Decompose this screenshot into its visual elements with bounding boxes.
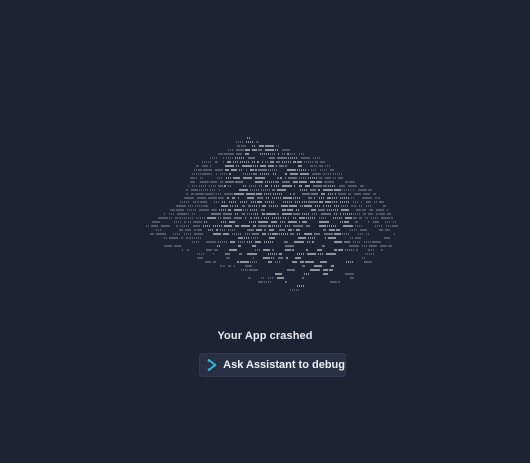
crash-ascii-art [140, 132, 410, 304]
ask-assistant-debug-label: Ask Assistant to debug [223, 359, 345, 371]
app-crash-screen: Your App crashed Ask Assistant to debug [0, 0, 530, 463]
crash-title: Your App crashed [217, 330, 313, 342]
ask-assistant-debug-button[interactable]: Ask Assistant to debug [199, 353, 346, 377]
assistant-sparkle-icon [207, 359, 217, 372]
